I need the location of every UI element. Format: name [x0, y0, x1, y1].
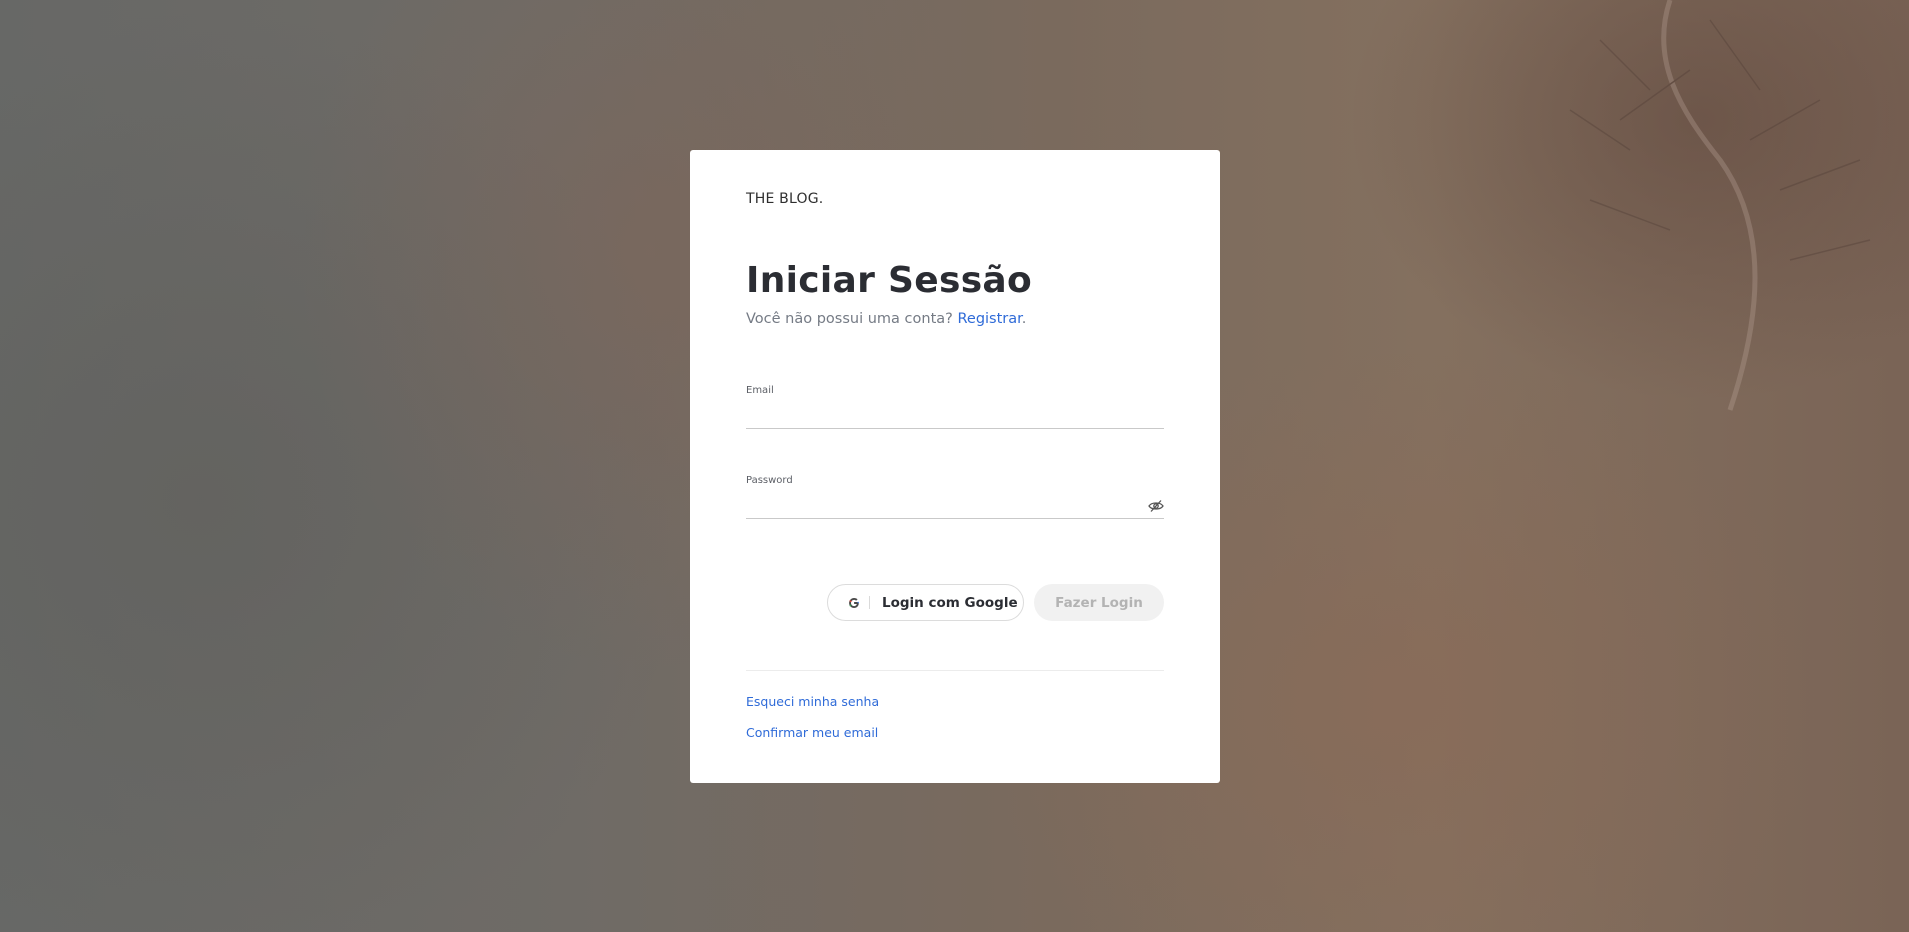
button-separator	[869, 596, 870, 609]
register-link[interactable]: Registrar	[957, 311, 1021, 327]
register-prompt-period: .	[1021, 311, 1027, 327]
google-login-button[interactable]: Login com Google	[827, 584, 1024, 621]
login-button[interactable]: Fazer Login	[1034, 584, 1164, 621]
email-label: Email	[746, 385, 774, 396]
page-title: Iniciar Sessão	[746, 260, 1033, 301]
divider	[746, 670, 1164, 671]
password-input[interactable]	[746, 494, 1136, 516]
forgot-password-link[interactable]: Esqueci minha senha	[746, 694, 879, 709]
background-texture	[1569, 0, 1871, 411]
google-login-label: Login com Google	[882, 594, 1018, 611]
brand-logo[interactable]: THE BLOG.	[746, 191, 823, 207]
register-prompt: Você não possui uma conta? Registrar.	[746, 311, 1026, 327]
eye-off-icon[interactable]	[1148, 499, 1164, 513]
register-prompt-text: Você não possui uma conta?	[746, 311, 953, 327]
email-field: Email	[746, 385, 1164, 429]
confirm-email-link[interactable]: Confirmar meu email	[746, 725, 878, 740]
email-input[interactable]	[746, 404, 1136, 426]
password-field: Password	[746, 475, 1164, 519]
password-label: Password	[746, 475, 793, 486]
google-icon	[849, 597, 860, 608]
login-card: THE BLOG. Iniciar Sessão Você não possui…	[690, 150, 1220, 783]
